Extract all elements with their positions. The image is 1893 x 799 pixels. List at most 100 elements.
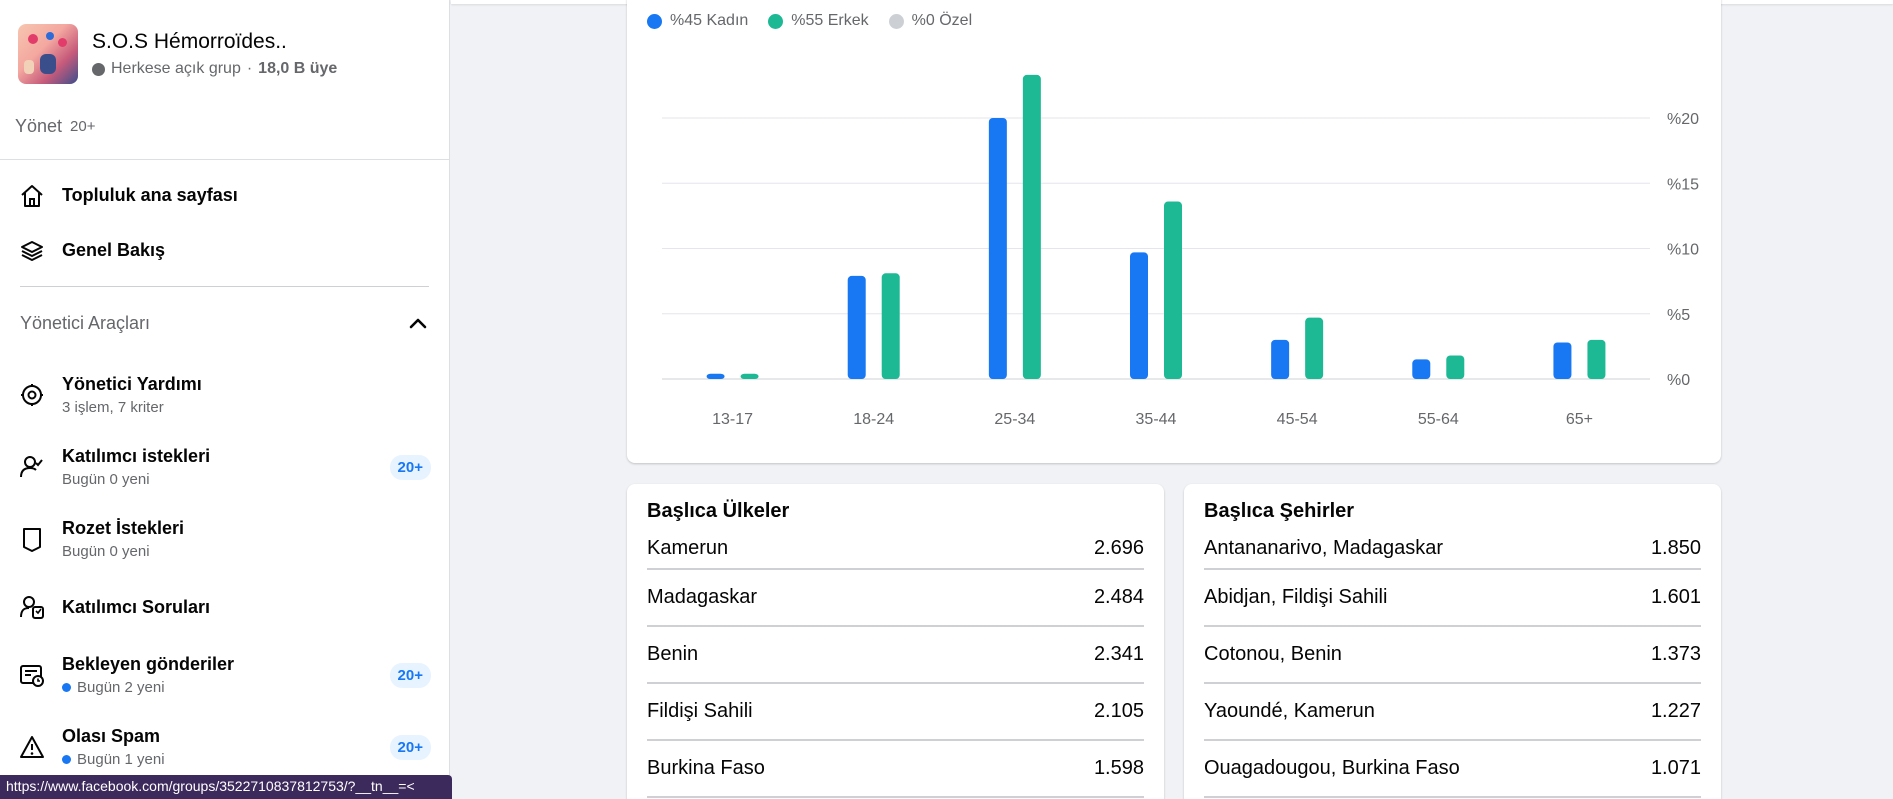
tool-subtitle: 3 işlem, 7 kriter — [62, 399, 164, 416]
row-value: 1.071 — [1650, 757, 1701, 779]
group-members[interactable]: 18,0 B üye — [258, 60, 337, 78]
tool-title: Katılımcı Soruları — [62, 596, 211, 617]
table-row: Fildişi Sahili 2.105 — [647, 684, 1144, 741]
bar-female-13-17[interactable] — [706, 373, 725, 379]
bar-female-25-34[interactable] — [988, 118, 1007, 379]
bar-female-35-44[interactable] — [1130, 252, 1148, 379]
row-value: 1.601 — [1650, 586, 1701, 608]
nav-label: Topluluk ana sayfası — [62, 185, 238, 205]
top-countries-title: Başlıca Ülkeler — [647, 500, 790, 522]
y-tick-label: %0 — [1667, 372, 1690, 389]
row-value: 1.373 — [1650, 643, 1701, 665]
x-tick-label: 65+ — [1566, 411, 1593, 428]
row-name: Cotonou, Benin — [1204, 643, 1342, 665]
manage-row[interactable]: Yönet 20+ — [0, 94, 449, 160]
group-header[interactable]: S.O.S Hémorroïdes.. Herkese açık grup · … — [0, 0, 449, 86]
tool-title: Yönetici Yardımı — [62, 374, 202, 394]
bar-female-45-54[interactable] — [1271, 339, 1290, 379]
tool-subtitle: Bugün 0 yeni — [62, 543, 150, 560]
x-tick-label: 18-24 — [853, 411, 894, 428]
bar-female-55-64[interactable] — [1412, 359, 1431, 379]
new-dot — [62, 755, 71, 764]
row-value: 1.850 — [1650, 536, 1701, 559]
manage-label: Yönet — [15, 116, 63, 136]
table-row: Madagaskar 2.484 — [647, 570, 1144, 627]
age-gender-chart-card: %45 Kadın %55 Erkek %0 Özel %0 %5 %10 %15 %2… — [627, 0, 1721, 463]
tool-subtitle: Bugün 1 yeni — [62, 751, 390, 768]
top-cities-card: Başlıca Şehirler Antananarivo, Madagaska… — [1184, 484, 1721, 799]
row-value: 2.105 — [1093, 700, 1144, 722]
bar-male-25-34[interactable] — [1022, 74, 1041, 379]
warning-icon — [18, 733, 46, 761]
gear-icon — [18, 381, 46, 409]
group-name[interactable]: S.O.S Hémorroïdes.. — [92, 30, 337, 54]
bar-male-18-24[interactable] — [881, 273, 900, 379]
row-value: 1.227 — [1650, 700, 1701, 722]
table-row: Burkina Faso 1.598 — [647, 741, 1144, 798]
x-tick-label: 55-64 — [1418, 411, 1459, 428]
top-cities-title: Başlıca Şehirler — [1204, 500, 1355, 522]
tool-subtitle: Bugün 0 yeni — [62, 471, 150, 488]
nav-list: Topluluk ana sayfası Genel Bakış — [0, 160, 449, 278]
row-name: Madagaskar — [647, 586, 758, 608]
admin-tool-member-requests[interactable]: Katılımcı istekleri Bugün 0 yeni 20+ — [0, 431, 449, 503]
count-badge: 20+ — [389, 454, 431, 480]
bar-male-65+[interactable] — [1587, 339, 1606, 379]
admin-tool-assistant[interactable]: Yönetici Yardımı 3 işlem, 7 kriter — [0, 359, 449, 431]
bar-female-18-24[interactable] — [847, 275, 866, 379]
table-row: Kamerun 2.696 — [647, 528, 1144, 570]
row-value: 1.598 — [1093, 757, 1144, 779]
table-row: Yaoundé, Kamerun 1.227 — [1204, 684, 1701, 741]
nav-label: Genel Bakış — [62, 240, 166, 260]
group-avatar[interactable] — [18, 24, 78, 84]
row-name: Burkina Faso — [647, 757, 765, 779]
top-countries-card: Başlıca Ülkeler Kamerun 2.696 Madagaskar 2.… — [627, 484, 1164, 799]
admin-tools-title: Yönetici Araçları — [20, 312, 151, 333]
bar-female-65+[interactable] — [1553, 342, 1572, 379]
nav-item-overview[interactable]: Genel Bakış — [0, 223, 449, 278]
person-check-icon — [18, 453, 46, 481]
bar-male-35-44[interactable] — [1164, 201, 1182, 379]
admin-tool-badge-requests[interactable]: Rozet İstekleri Bugün 0 yeni — [0, 503, 449, 575]
y-tick-label: %20 — [1667, 111, 1699, 128]
row-value: 2.484 — [1093, 586, 1144, 608]
row-value: 2.696 — [1093, 536, 1144, 559]
admin-tool-pending-posts[interactable]: Bekleyen gönderiler Bugün 2 yeni 20+ — [0, 639, 449, 711]
sidebar: S.O.S Hémorroïdes.. Herkese açık grup · … — [0, 0, 450, 799]
pending-posts-icon — [18, 661, 46, 689]
globe-icon — [92, 62, 105, 76]
admin-tools-header[interactable]: Yönetici Araçları — [0, 287, 449, 359]
y-tick-label: %15 — [1667, 176, 1699, 193]
table-row: Abidjan, Fildişi Sahili 1.601 — [1204, 570, 1701, 627]
manage-count: 20+ — [70, 118, 96, 135]
chevron-up-icon[interactable] — [409, 313, 427, 334]
badge-icon — [18, 525, 46, 553]
count-badge: 20+ — [389, 734, 431, 760]
tool-subtitle: Bugün 2 yeni — [62, 679, 390, 696]
tool-title: Olası Spam — [62, 726, 161, 746]
x-tick-label: 13-17 — [712, 411, 753, 428]
x-tick-label: 45-54 — [1277, 411, 1318, 428]
age-bar-chart: %0 %5 %10 %15 %20 13-17 18-24 25-34 35-44 45-54 55… — [662, 74, 1699, 428]
admin-tool-member-questions[interactable]: Katılımcı Soruları — [0, 575, 449, 639]
tool-title: Bekleyen gönderiler — [62, 654, 235, 674]
new-dot — [62, 683, 71, 692]
nav-item-community-home[interactable]: Topluluk ana sayfası — [0, 168, 449, 223]
person-question-icon — [18, 593, 46, 621]
row-name: Abidjan, Fildişi Sahili — [1204, 586, 1388, 608]
bar-male-45-54[interactable] — [1305, 317, 1324, 379]
y-tick-label: %10 — [1667, 242, 1699, 259]
row-name: Ouagadougou, Burkina Faso — [1204, 757, 1460, 779]
status-bar-url: https://www.facebook.com/groups/35227108… — [0, 775, 452, 799]
x-tick-label: 35-44 — [1136, 411, 1177, 428]
x-tick-label: 25-34 — [994, 411, 1035, 428]
admin-tool-potential-spam[interactable]: Olası Spam Bugün 1 yeni 20+ — [0, 711, 449, 783]
table-row: Benin 2.341 — [647, 627, 1144, 684]
tool-title: Katılımcı istekleri — [62, 446, 211, 466]
bar-male-13-17[interactable] — [740, 373, 759, 379]
layers-icon — [18, 237, 46, 265]
row-name: Antananarivo, Madagaskar — [1204, 536, 1444, 559]
home-icon — [18, 182, 46, 210]
bar-male-55-64[interactable] — [1446, 355, 1465, 379]
row-value: 2.341 — [1093, 643, 1144, 665]
